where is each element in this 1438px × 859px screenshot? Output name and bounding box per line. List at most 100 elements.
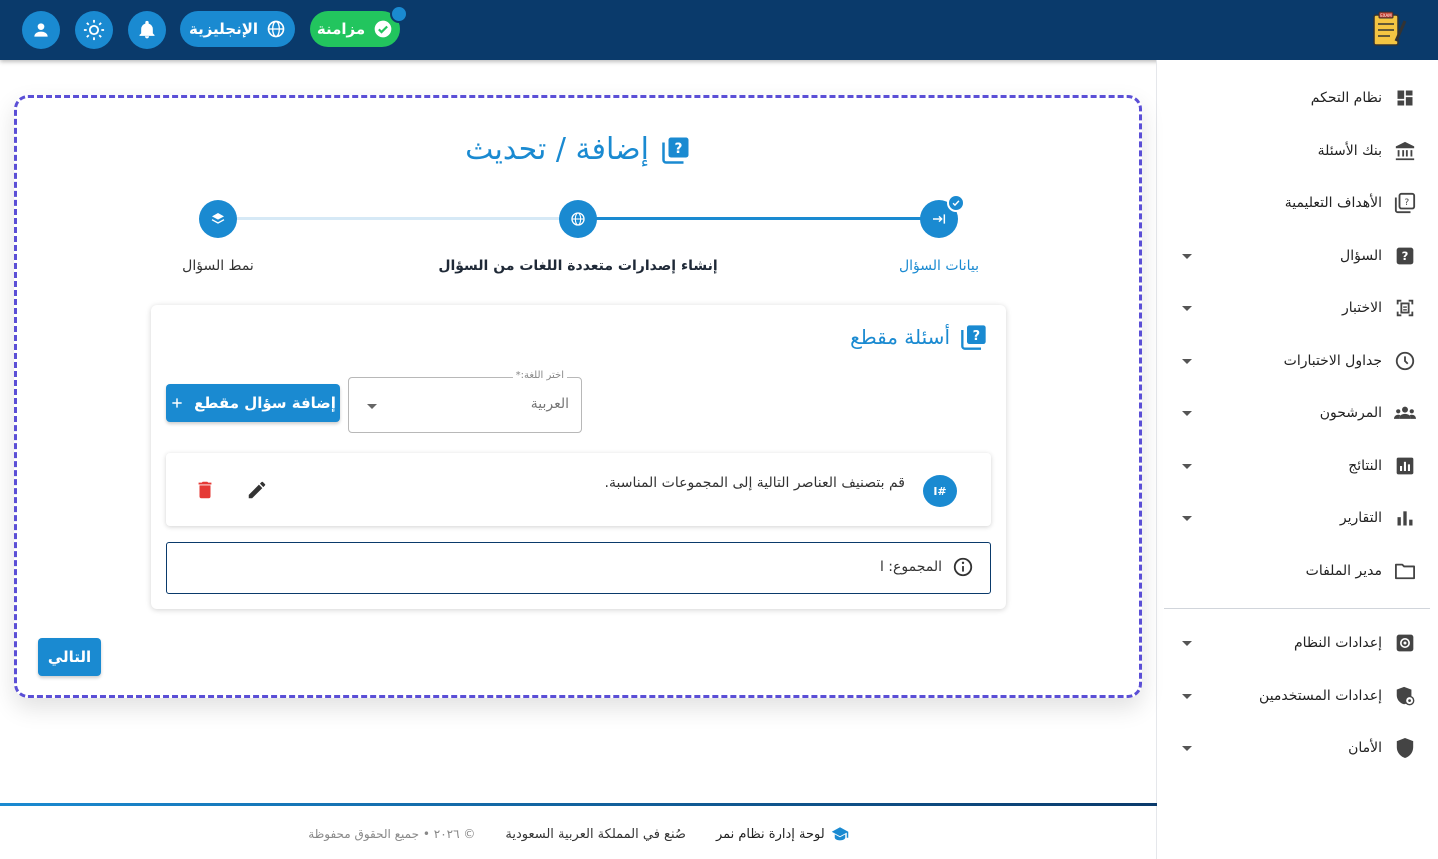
sidebar-item-system-settings[interactable]: إعدادات النظام — [1156, 621, 1438, 665]
bell-icon — [139, 20, 155, 39]
exam-logo-icon[interactable]: EXAM — [1368, 11, 1408, 49]
sidebar-item-security[interactable]: الأمان — [1156, 726, 1438, 770]
info-icon — [953, 557, 973, 577]
svg-text:?: ? — [674, 141, 682, 157]
group-field[interactable]: المجموع: ا — [166, 542, 991, 594]
footer: لوحة إدارة نظام نمر صُنع في المملكة العر… — [0, 822, 1157, 846]
login-arrow-icon — [933, 214, 946, 224]
sidebar-item-reports[interactable]: التقارير — [1156, 496, 1438, 540]
sidebar-item-learning-objectives[interactable]: ? الأهداف التعليمية — [1156, 181, 1438, 225]
bank-icon — [1394, 140, 1416, 162]
chevron-down-icon[interactable] — [1182, 253, 1192, 259]
user-icon — [34, 23, 48, 37]
chevron-down-icon[interactable] — [1182, 463, 1192, 469]
sidebar-item-question[interactable]: ? السؤال — [1156, 234, 1438, 278]
notifications-button[interactable] — [128, 11, 166, 49]
edit-question-button[interactable] — [246, 479, 268, 501]
check-circle-icon — [374, 20, 392, 38]
folder-icon — [1394, 560, 1416, 582]
language-select-label: اختر اللغة:* — [512, 370, 567, 381]
sidebar-item-label: مدير الملفات — [1305, 563, 1382, 579]
sidebar-item-exam[interactable]: الاختبار — [1156, 286, 1438, 330]
page-title-text: إضافة / تحديث — [465, 132, 649, 167]
sidebar-item-label: بنك الأسئلة — [1317, 143, 1382, 159]
sidebar-item-label: الاختبار — [1341, 300, 1382, 316]
user-settings-icon — [1394, 685, 1416, 707]
stepper-line-done — [578, 217, 939, 220]
chevron-down-icon[interactable] — [1182, 358, 1192, 364]
sidebar-item-label: إعدادات النظام — [1293, 635, 1382, 651]
footer-copyright: © ٢٠٢٦ • جميع الحقوق محفوظة — [308, 827, 476, 841]
add-button-label: إضافة سؤال مقطع — [194, 394, 336, 412]
language-select[interactable]: اختر اللغة:* العربية — [348, 370, 582, 433]
chevron-down-icon[interactable] — [1182, 745, 1192, 751]
layers-icon — [211, 213, 225, 224]
question-text: قم بتصنيف العناصر التالية إلى المجموعات … — [604, 475, 905, 491]
step-multilingual[interactable] — [559, 200, 597, 238]
passage-questions-card: ? أسئلة مقطع اختر اللغة:* العربية إضافة … — [151, 305, 1006, 609]
sidebar: نظام التحكم بنك الأسئلة ? الأهداف التعلي… — [1156, 60, 1438, 859]
clock-icon — [1394, 350, 1416, 372]
sidebar-item-label: نظام التحكم — [1310, 90, 1382, 106]
sidebar-item-label: الأهداف التعليمية — [1284, 195, 1382, 211]
profile-button[interactable] — [22, 11, 60, 49]
question-icon: ? — [1394, 245, 1416, 267]
sidebar-item-results[interactable]: النتائج — [1156, 444, 1438, 488]
next-button-label: التالي — [47, 648, 92, 666]
sync-status-dot — [390, 5, 408, 23]
chevron-down-icon[interactable] — [1182, 693, 1192, 699]
language-label: الإنجليزية — [188, 20, 259, 38]
svg-text:?: ? — [1402, 249, 1409, 263]
footer-brand: لوحة إدارة نظام نمر — [716, 826, 849, 842]
theme-toggle-button[interactable] — [75, 11, 113, 49]
delete-question-button[interactable] — [194, 479, 216, 501]
stepper-line-pending — [236, 217, 578, 220]
footer-made-in: صُنع في المملكة العربية السعودية — [505, 826, 686, 842]
add-passage-question-button[interactable]: إضافة سؤال مقطع — [166, 384, 340, 422]
sidebar-item-question-bank[interactable]: بنك الأسئلة — [1156, 129, 1438, 173]
sidebar-item-label: المرشحون — [1319, 405, 1382, 421]
chevron-down-icon[interactable] — [1182, 640, 1192, 646]
step-label-question-type: نمط السؤال — [182, 258, 254, 274]
step-completed-check-icon — [947, 194, 965, 212]
group-label: المجموع: ا — [879, 559, 942, 575]
chevron-down-icon[interactable] — [1182, 305, 1192, 311]
sidebar-item-label: إعدادات المستخدمين — [1259, 688, 1382, 704]
sidebar-item-exam-schedules[interactable]: جداول الاختبارات — [1156, 339, 1438, 383]
objectives-icon: ? — [1394, 192, 1416, 214]
card-title-text: أسئلة مقطع — [850, 325, 950, 349]
svg-text:?: ? — [1404, 197, 1409, 208]
sidebar-item-label: الأمان — [1348, 740, 1382, 756]
chevron-down-icon[interactable] — [1182, 515, 1192, 521]
question-number-badge: I# — [923, 475, 957, 507]
language-select-value: العربية — [530, 396, 569, 412]
question-book-icon: ? — [662, 137, 689, 164]
language-switch-button[interactable]: الإنجليزية — [180, 11, 295, 47]
sync-button[interactable]: مزامنة — [310, 11, 400, 47]
sidebar-item-file-manager[interactable]: مدير الملفات — [1156, 549, 1438, 593]
sidebar-item-user-settings[interactable]: إعدادات المستخدمين — [1156, 674, 1438, 718]
plus-icon — [172, 398, 182, 408]
step-label-multilingual: إنشاء إصدارات متعددة اللغات من السؤال — [438, 258, 718, 274]
chevron-down-icon[interactable] — [1182, 410, 1192, 416]
sidebar-item-candidates[interactable]: المرشحون — [1156, 391, 1438, 435]
page-title: ? إضافة / تحديث — [14, 132, 1142, 167]
graduation-cap-icon — [831, 827, 848, 841]
sun-icon — [83, 19, 105, 41]
chevron-down-icon — [367, 404, 377, 409]
step-question-type[interactable] — [199, 200, 237, 238]
step-label-question-data: بيانات السؤال — [898, 258, 980, 274]
card-title: ? أسئلة مقطع — [850, 323, 988, 351]
dashboard-icon — [1394, 87, 1416, 109]
svg-text:?: ? — [973, 329, 980, 344]
candidates-icon — [1394, 402, 1416, 424]
results-icon — [1394, 455, 1416, 477]
sidebar-item-label: النتائج — [1348, 458, 1382, 474]
sidebar-divider — [1164, 608, 1430, 609]
next-button[interactable]: التالي — [38, 638, 101, 676]
sidebar-item-dashboard[interactable]: نظام التحكم — [1156, 76, 1438, 120]
globe-icon — [267, 20, 285, 38]
pencil-icon — [248, 481, 266, 499]
sidebar-item-label: جداول الاختبارات — [1283, 353, 1382, 369]
sync-label: مزامنة — [316, 20, 366, 38]
